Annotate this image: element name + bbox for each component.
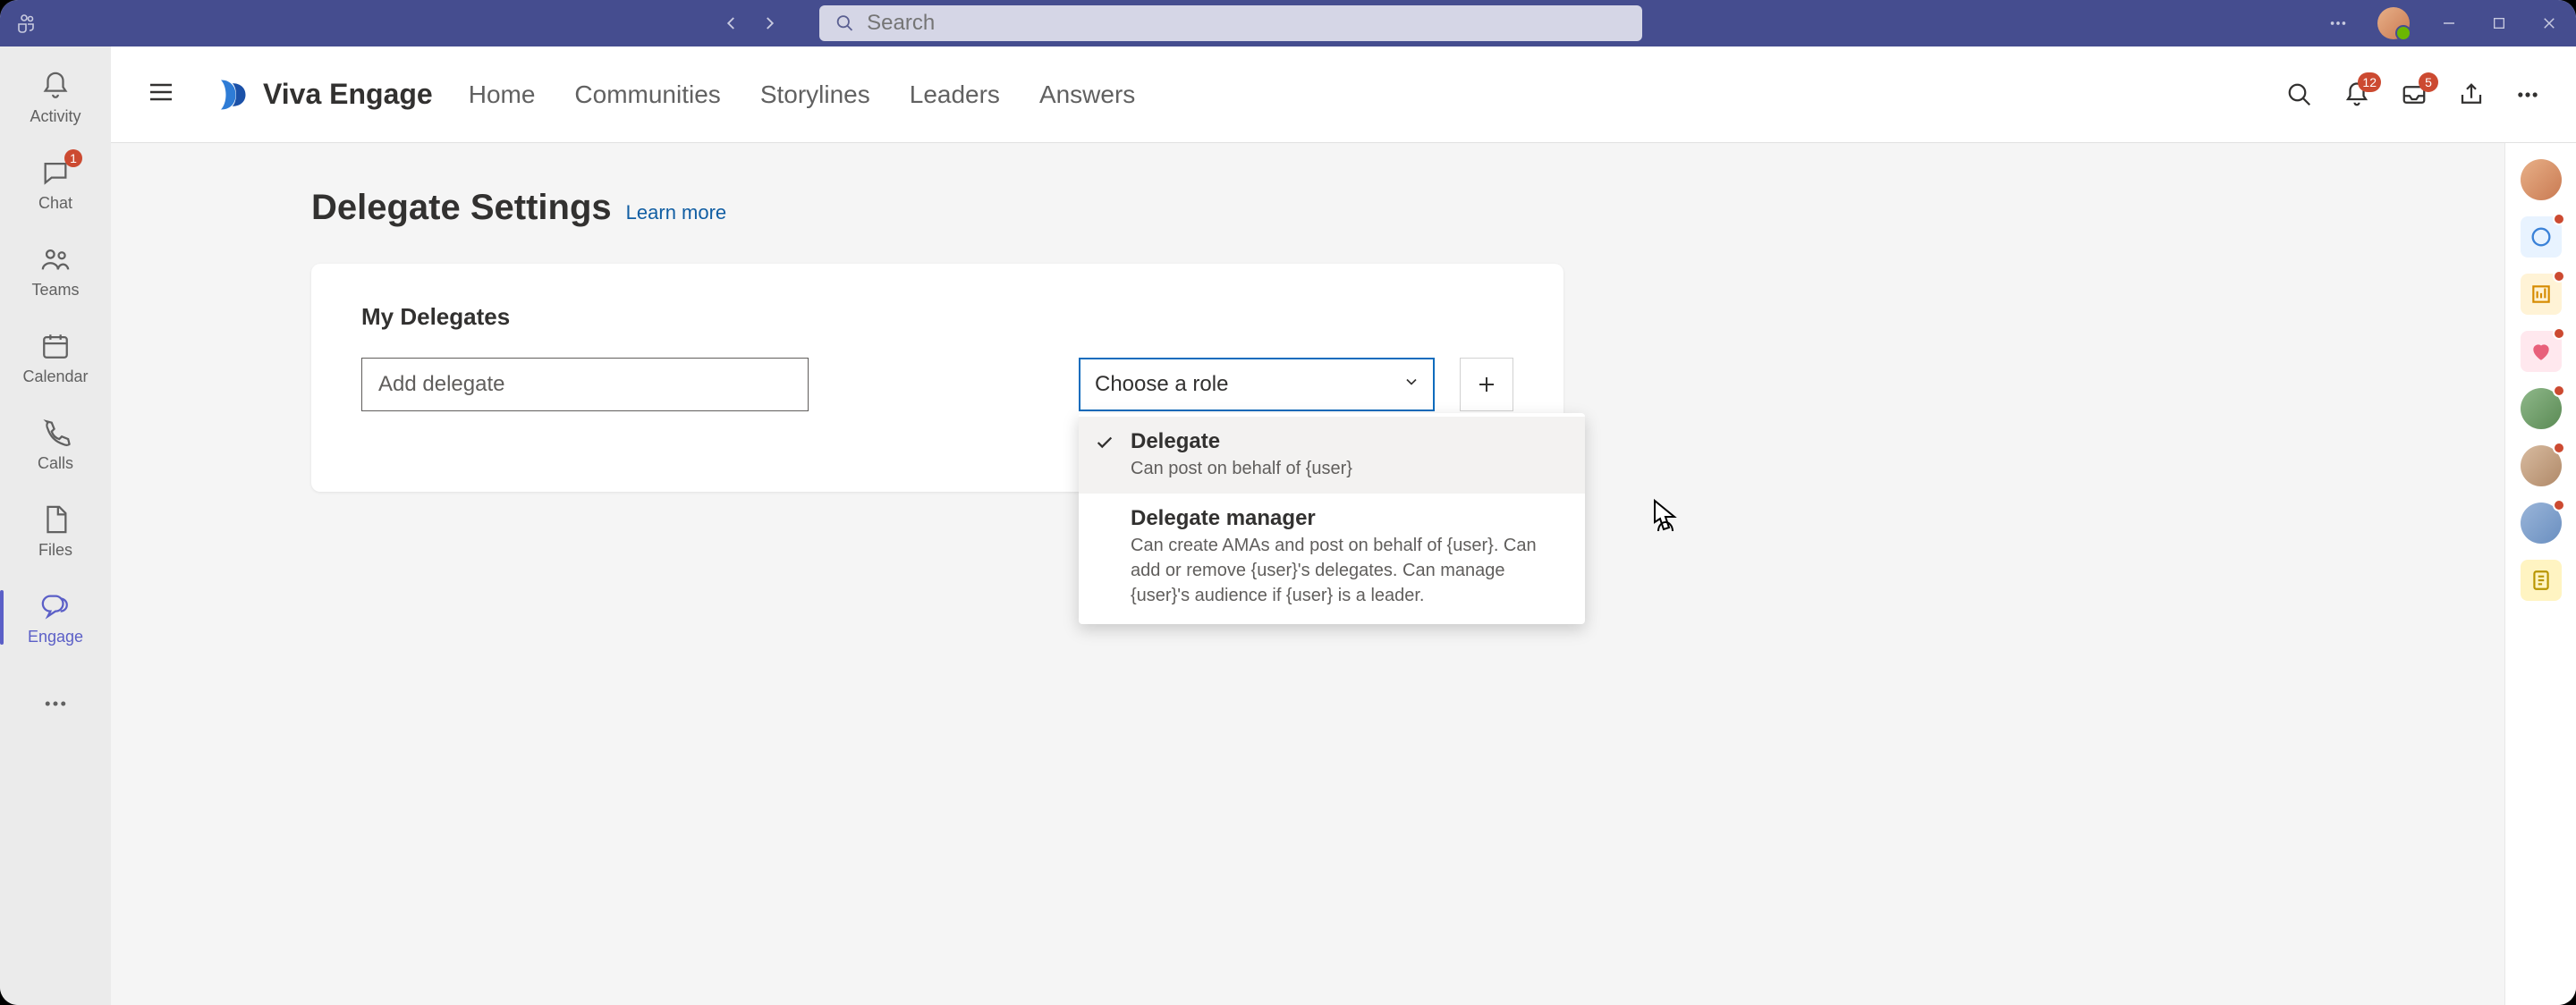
appbar-inbox-button[interactable]: 5 <box>2401 81 2428 108</box>
option-desc: Can create AMAs and post on behalf of {u… <box>1131 533 1567 608</box>
rail-files[interactable]: Files <box>0 498 111 563</box>
viva-engage-logo-icon <box>211 75 250 114</box>
option-title: Delegate manager <box>1131 506 1567 531</box>
option-desc: Can post on behalf of {user} <box>1131 456 1567 481</box>
appbar-share-button[interactable] <box>2458 81 2485 108</box>
rail-label: Files <box>38 541 72 560</box>
appbar-notifications-button[interactable]: 12 <box>2343 81 2370 108</box>
chevron-down-icon <box>1402 372 1420 397</box>
rail-teams[interactable]: Teams <box>0 238 111 303</box>
rp-contact-3[interactable] <box>2521 502 2562 544</box>
rail-activity[interactable]: Activity <box>0 64 111 130</box>
rail-calls[interactable]: Calls <box>0 411 111 477</box>
window-minimize-button[interactable] <box>2438 13 2460 34</box>
role-option-delegate-manager[interactable]: Delegate manager Can create AMAs and pos… <box>1079 494 1585 621</box>
rail-calendar[interactable]: Calendar <box>0 325 111 390</box>
appbar-search-button[interactable] <box>2286 81 2313 108</box>
rp-contact-2[interactable] <box>2521 445 2562 486</box>
option-title: Delegate <box>1131 429 1567 454</box>
appbar-more-button[interactable] <box>2515 82 2540 107</box>
delegates-card: My Delegates Choose a role <box>311 264 1563 492</box>
chat-badge: 1 <box>64 149 82 167</box>
rp-avatar[interactable] <box>2521 159 2562 200</box>
nav-storylines[interactable]: Storylines <box>760 80 870 109</box>
search-input[interactable] <box>867 11 1626 36</box>
global-search[interactable] <box>819 5 1642 41</box>
phone-icon <box>38 415 73 451</box>
brand-name: Viva Engage <box>263 78 433 111</box>
rail-label: Calendar <box>22 367 88 386</box>
engage-icon <box>38 588 73 624</box>
rail-more[interactable] <box>0 682 111 725</box>
page-title: Delegate Settings <box>311 188 612 228</box>
window-close-button[interactable] <box>2538 13 2560 34</box>
calendar-icon <box>38 328 73 364</box>
bell-icon <box>38 68 73 104</box>
notif-badge: 12 <box>2358 72 2381 92</box>
titlebar <box>0 0 2576 46</box>
more-options-icon[interactable] <box>2327 13 2349 34</box>
rail-label: Engage <box>28 628 83 646</box>
card-title: My Delegates <box>361 303 1513 331</box>
top-nav: Home Communities Storylines Leaders Answ… <box>469 80 1136 109</box>
rail-label: Teams <box>31 281 79 300</box>
rail-label: Chat <box>38 194 72 213</box>
left-rail: Activity 1 Chat Teams Calendar Calls <box>0 46 111 1005</box>
nav-communities[interactable]: Communities <box>574 80 720 109</box>
teams-icon <box>38 241 73 277</box>
rp-app-1[interactable] <box>2521 216 2562 258</box>
nav-home[interactable]: Home <box>469 80 536 109</box>
role-select[interactable]: Choose a role <box>1079 358 1435 411</box>
rp-app-2[interactable] <box>2521 274 2562 315</box>
file-icon <box>38 502 73 537</box>
rp-app-3[interactable] <box>2521 331 2562 372</box>
rail-label: Calls <box>38 454 73 473</box>
right-panel <box>2504 143 2576 1005</box>
role-dropdown: Delegate Can post on behalf of {user} De… <box>1079 413 1585 624</box>
app-bar: Viva Engage Home Communities Storylines … <box>111 46 2576 143</box>
brand: Viva Engage <box>211 75 433 114</box>
content-area: Delegate Settings Learn more My Delegate… <box>111 143 2576 1005</box>
rail-label: Activity <box>30 107 80 126</box>
add-delegate-input[interactable] <box>361 358 809 411</box>
more-icon <box>38 686 73 722</box>
nav-forward-button[interactable] <box>760 14 778 32</box>
teams-app-icon <box>16 13 38 34</box>
nav-answers[interactable]: Answers <box>1039 80 1135 109</box>
role-option-delegate[interactable]: Delegate Can post on behalf of {user} <box>1079 417 1585 494</box>
rp-contact-1[interactable] <box>2521 388 2562 429</box>
role-select-label: Choose a role <box>1095 372 1228 397</box>
rail-engage[interactable]: Engage <box>0 585 111 650</box>
window-maximize-button[interactable] <box>2488 13 2510 34</box>
nav-leaders[interactable]: Leaders <box>910 80 1000 109</box>
check-icon <box>1095 433 1114 457</box>
inbox-badge: 5 <box>2419 72 2438 92</box>
nav-back-button[interactable] <box>723 14 741 32</box>
learn-more-link[interactable]: Learn more <box>626 201 727 224</box>
add-delegate-button[interactable] <box>1460 358 1513 411</box>
user-avatar[interactable] <box>2377 7 2410 39</box>
hamburger-button[interactable] <box>147 78 175 111</box>
rail-chat[interactable]: 1 Chat <box>0 151 111 216</box>
rp-app-4[interactable] <box>2521 560 2562 601</box>
